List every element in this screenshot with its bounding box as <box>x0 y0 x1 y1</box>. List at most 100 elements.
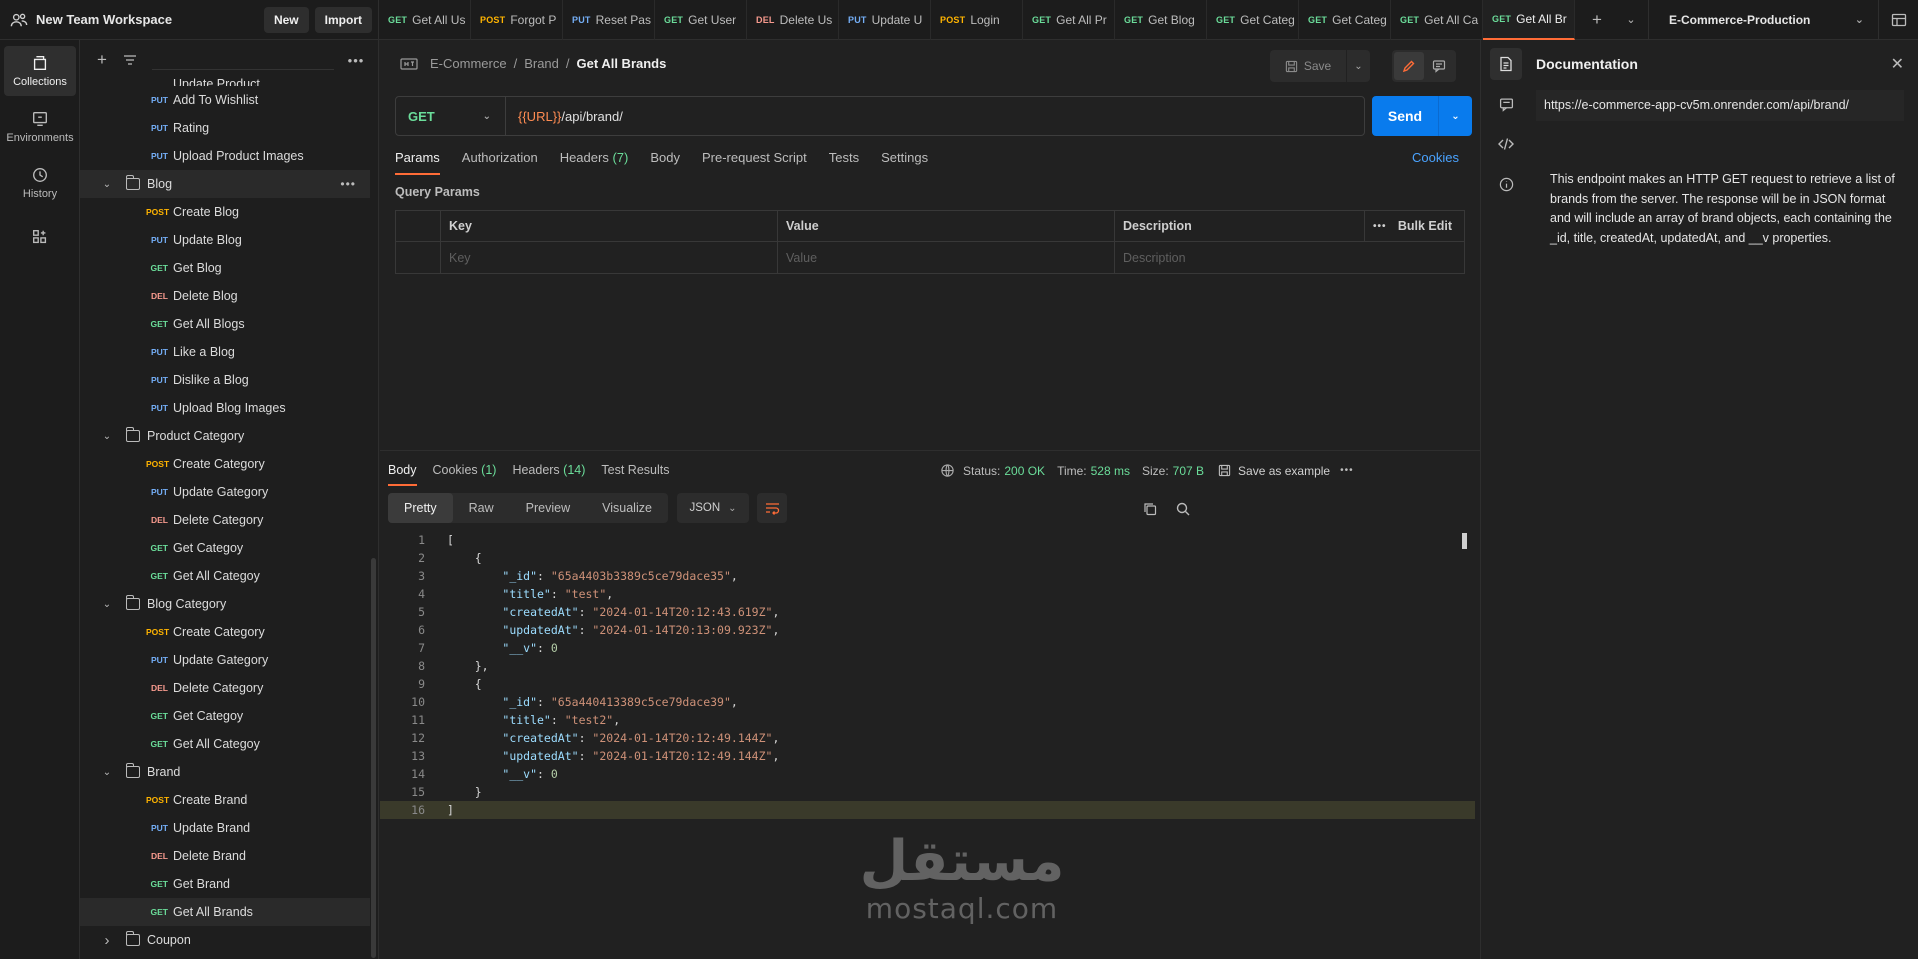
save-dropdown[interactable]: ⌄ <box>1346 50 1370 82</box>
sidebar-request[interactable]: GET Get All Brands <box>80 898 370 926</box>
breadcrumb-folder[interactable]: Brand <box>524 56 559 71</box>
tab-response-headers[interactable]: Headers (14) <box>512 463 585 486</box>
request-tab[interactable]: GET Get All Pr <box>1023 0 1115 40</box>
key-input[interactable]: Key <box>441 242 778 273</box>
chevron-down-icon[interactable]: ⌄ <box>100 767 114 778</box>
sidebar-request[interactable]: GET Get All Categoy <box>80 562 370 590</box>
sidebar-search-input[interactable] <box>152 50 334 70</box>
import-button[interactable]: Import <box>314 6 372 33</box>
rail-environments[interactable]: Environments <box>4 102 76 152</box>
new-button[interactable]: New <box>263 6 309 33</box>
sidebar-request[interactable]: PUT Upload Product Images <box>80 142 370 170</box>
more-icon[interactable]: ••• <box>1373 221 1387 232</box>
status-value[interactable]: 200 OK <box>1004 464 1045 478</box>
response-body-editor[interactable]: 1[2 {3 "_id": "65a4403b3389c5ce79dace35"… <box>380 531 1475 819</box>
sidebar-request[interactable]: DEL Delete Category <box>80 674 370 702</box>
save-as-example-button[interactable]: Save as example <box>1218 464 1330 478</box>
editor-scrollbar[interactable] <box>1462 533 1467 549</box>
tab-headers[interactable]: Headers (7) <box>560 150 629 175</box>
sidebar-request[interactable]: DEL Delete Category <box>80 506 370 534</box>
add-collection-button[interactable]: + <box>88 46 116 74</box>
format-pretty[interactable]: Pretty <box>388 493 453 523</box>
new-tab-button[interactable]: + <box>1580 0 1614 40</box>
sidebar-request[interactable]: PUT Dislike a Blog <box>80 366 370 394</box>
tab-settings[interactable]: Settings <box>881 150 928 175</box>
sidebar-request[interactable]: POST Create Brand <box>80 786 370 814</box>
copy-button[interactable] <box>1140 499 1160 519</box>
sidebar-folder[interactable]: ⌄ Blog ••• <box>80 170 370 198</box>
documentation-description[interactable]: This endpoint makes an HTTP GET request … <box>1550 170 1900 248</box>
sidebar-request[interactable]: PUT Upload Blog Images <box>80 394 370 422</box>
documentation-url[interactable]: https://e-commerce-app-cv5m.onrender.com… <box>1536 90 1904 121</box>
sidebar-more-button[interactable]: ••• <box>342 46 370 74</box>
request-tab[interactable]: GET Get All Br <box>1483 0 1575 40</box>
rail-history[interactable]: History <box>4 158 76 208</box>
request-tab[interactable]: PUT Reset Pas <box>563 0 655 40</box>
rail-configure[interactable] <box>4 214 76 264</box>
more-icon[interactable]: ••• <box>340 177 356 191</box>
network-icon[interactable] <box>940 463 955 478</box>
breadcrumb-current[interactable]: Get All Brands <box>577 56 667 71</box>
search-button[interactable] <box>1173 499 1193 519</box>
documentation-toggle[interactable] <box>1490 48 1522 80</box>
request-tab[interactable]: DEL Delete Us <box>747 0 839 40</box>
chevron-down-icon[interactable]: ⌄ <box>100 431 114 442</box>
sidebar-request[interactable]: PUT Update Gategory <box>80 646 370 674</box>
sidebar-request[interactable]: GET Get All Blogs <box>80 310 370 338</box>
code-snippet-toggle[interactable] <box>1490 128 1522 160</box>
sidebar-request[interactable]: GET Get All Categoy <box>80 730 370 758</box>
request-tab[interactable]: GET Get All Ca <box>1391 0 1483 40</box>
chevron-right-icon[interactable]: › <box>100 932 114 949</box>
send-button[interactable]: Send <box>1372 108 1438 124</box>
sidebar-request[interactable]: PUT Rating <box>80 114 370 142</box>
tab-tests[interactable]: Tests <box>829 150 859 175</box>
format-preview[interactable]: Preview <box>510 493 586 523</box>
info-toggle[interactable] <box>1490 168 1522 200</box>
format-raw[interactable]: Raw <box>453 493 510 523</box>
more-icon[interactable]: ••• <box>1340 465 1354 476</box>
sidebar-request[interactable]: PUT Update Blog <box>80 226 370 254</box>
sidebar-request[interactable]: PUT Like a Blog <box>80 338 370 366</box>
sidebar-request[interactable]: POST Create Blog <box>80 198 370 226</box>
value-input[interactable]: Value <box>778 242 1115 273</box>
filter-button[interactable] <box>116 46 144 74</box>
send-dropdown[interactable]: ⌄ <box>1438 96 1472 136</box>
request-tab[interactable]: POST Login <box>931 0 1023 40</box>
chevron-down-icon[interactable]: ⌄ <box>100 179 114 190</box>
request-tab[interactable]: GET Get Categ <box>1299 0 1391 40</box>
close-icon[interactable]: ✕ <box>1891 54 1904 74</box>
environment-quick-look[interactable] <box>1878 0 1918 40</box>
cookies-link[interactable]: Cookies <box>1412 150 1459 165</box>
sidebar-folder[interactable]: ⌄ Brand <box>80 758 370 786</box>
tabs-dropdown[interactable]: ⌄ <box>1614 0 1648 40</box>
sidebar-request[interactable]: GET Get Blog <box>80 254 370 282</box>
format-visualize[interactable]: Visualize <box>586 493 668 523</box>
request-tab[interactable]: GET Get Categ <box>1207 0 1299 40</box>
wrap-lines-button[interactable] <box>757 493 787 523</box>
save-button[interactable]: Save <box>1270 50 1346 82</box>
tab-response-cookies[interactable]: Cookies (1) <box>433 463 497 486</box>
size-value[interactable]: 707 B <box>1173 464 1204 478</box>
rail-collections[interactable]: Collections <box>4 46 76 96</box>
description-input[interactable]: Description <box>1115 242 1365 273</box>
sidebar-request[interactable]: PUT Add To Wishlist <box>80 86 370 114</box>
sidebar-request[interactable]: DEL Delete Blog <box>80 282 370 310</box>
sidebar-request[interactable]: Update Product <box>80 76 370 86</box>
sidebar-request[interactable]: PUT Update Brand <box>80 814 370 842</box>
time-value[interactable]: 528 ms <box>1091 464 1130 478</box>
sidebar-request[interactable]: POST Create Category <box>80 450 370 478</box>
tab-prerequest-script[interactable]: Pre-request Script <box>702 150 807 175</box>
sidebar-scrollbar[interactable] <box>371 558 376 958</box>
comment-mode-button[interactable] <box>1424 52 1454 80</box>
request-tab[interactable]: POST Forgot P <box>471 0 563 40</box>
workspace-name[interactable]: New Team Workspace <box>36 12 264 27</box>
sidebar-folder[interactable]: › Coupon <box>80 926 370 954</box>
edit-mode-button[interactable] <box>1394 52 1424 80</box>
request-tab[interactable]: GET Get User <box>655 0 747 40</box>
request-tab[interactable]: GET Get All Us <box>379 0 471 40</box>
environment-selector[interactable]: E-Commerce-Production ⌄ <box>1648 0 1878 40</box>
bulk-edit-button[interactable]: Bulk Edit <box>1398 219 1452 233</box>
tab-params[interactable]: Params <box>395 150 440 175</box>
tab-test-results[interactable]: Test Results <box>601 463 669 486</box>
row-checkbox[interactable] <box>396 242 441 273</box>
